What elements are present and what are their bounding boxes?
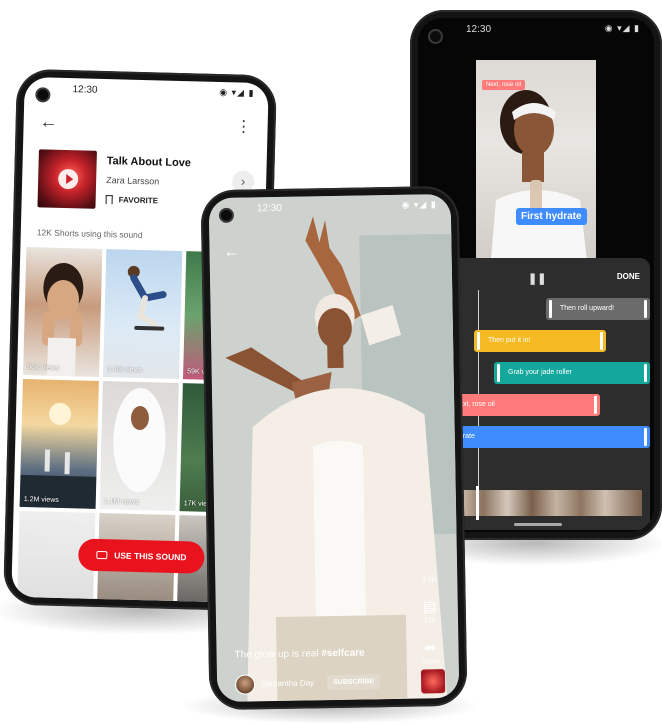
camera-icon (96, 550, 108, 560)
favorite-label: FAVORITE (118, 195, 159, 206)
text-clip[interactable]: Then roll upward! (546, 298, 650, 320)
preview-image (490, 90, 588, 270)
short-thumbnail[interactable]: 1.1M views (99, 381, 179, 511)
back-arrow-icon[interactable]: ← (39, 111, 58, 132)
text-clip[interactable]: Grab your jade roller (494, 362, 650, 384)
text-clip[interactable]: Next, rose oil (440, 394, 600, 416)
share-label: Share (421, 658, 441, 666)
more-options-icon[interactable]: ⋮ (235, 116, 252, 136)
text-clip[interactable]: Then put it in! (474, 330, 606, 352)
short-thumbnail[interactable]: 1.4M views (103, 249, 183, 380)
short-thumbnail[interactable]: 1.2M views (19, 378, 99, 509)
status-time: 12:30 (72, 84, 98, 96)
view-count: 1.4M views (107, 366, 143, 375)
play-icon[interactable] (57, 168, 79, 190)
status-icons: ◉ ▾◢ ▮ (401, 199, 437, 210)
status-bar: 12:30 ◉ ▾◢ ▮ (418, 18, 654, 40)
share-icon[interactable]: ➦ (414, 638, 446, 657)
action-column: 3.2K ▤ 12K ➦ Share (413, 574, 447, 666)
top-bar: ← ⋮ (23, 107, 268, 143)
bookmark-icon (105, 195, 113, 205)
subscribe-button[interactable]: SUBSCRIBE (326, 674, 381, 691)
sound-thumbnail[interactable] (420, 669, 446, 694)
use-this-sound-label: USE THIS SOUND (114, 550, 187, 563)
preview-caption-tag[interactable]: Next, rose oil (482, 80, 526, 90)
status-bar: 12:30 ◉ ▾◢ ▮ (24, 77, 268, 105)
song-artist[interactable]: Zara Larsson (106, 175, 159, 186)
status-bar: 12:30 ◉ ▾◢ ▮ (209, 194, 451, 220)
view-count: 96K views (27, 364, 60, 372)
status-icons: ◉ ▾◢ ▮ (604, 23, 640, 33)
song-title: Talk About Love (106, 155, 192, 170)
caption-hashtag[interactable]: #selfcare (321, 647, 365, 659)
status-time: 12:30 (466, 24, 492, 35)
channel-row: Samantha Day SUBSCRIBE (234, 669, 446, 697)
video-preview[interactable]: Next, rose oil First hydrate (476, 60, 596, 270)
done-button[interactable]: DONE (617, 272, 640, 281)
shorts-player-phone: 12:30 ◉ ▾◢ ▮ ← 3.2K ▤ 12K ➦ Share The gl… (200, 185, 468, 711)
comment-count: 12K (423, 617, 437, 625)
use-this-sound-button[interactable]: USE THIS SOUND (77, 538, 205, 574)
view-count: 1.2M views (23, 496, 59, 504)
status-icons: ◉ ▾◢ ▮ (219, 86, 255, 98)
shorts-player-screen: 12:30 ◉ ▾◢ ▮ ← 3.2K ▤ 12K ➦ Share The gl… (208, 193, 460, 703)
video-caption: The glow up is real #selfcare (235, 647, 365, 660)
scrubber-handle[interactable] (476, 486, 479, 520)
comment-icon[interactable]: ▤ (414, 597, 446, 616)
status-time: 12:30 (256, 202, 282, 215)
avatar[interactable] (234, 674, 256, 695)
like-count: 3.2K (422, 576, 437, 584)
person-illustration (41, 262, 84, 377)
video-filmstrip[interactable] (438, 486, 642, 520)
favorite-button[interactable]: FAVORITE (105, 195, 159, 206)
pause-icon[interactable]: ❚❚ (528, 272, 546, 285)
home-indicator (514, 523, 562, 526)
shorts-count: 12K Shorts using this sound (36, 227, 143, 241)
back-arrow-icon[interactable]: ← (223, 244, 239, 262)
preview-caption-main[interactable]: First hydrate (516, 208, 587, 225)
view-count: 1.1M views (103, 498, 139, 507)
caption-text: The glow up is real (234, 648, 322, 661)
sunset-illustration (19, 402, 97, 509)
short-thumbnail[interactable]: 96K views (23, 246, 103, 377)
channel-name[interactable]: Samantha Day (261, 678, 314, 688)
front-camera (430, 31, 441, 42)
album-art[interactable] (37, 149, 97, 209)
skater-illustration (127, 265, 167, 331)
person-illustration (113, 388, 166, 493)
